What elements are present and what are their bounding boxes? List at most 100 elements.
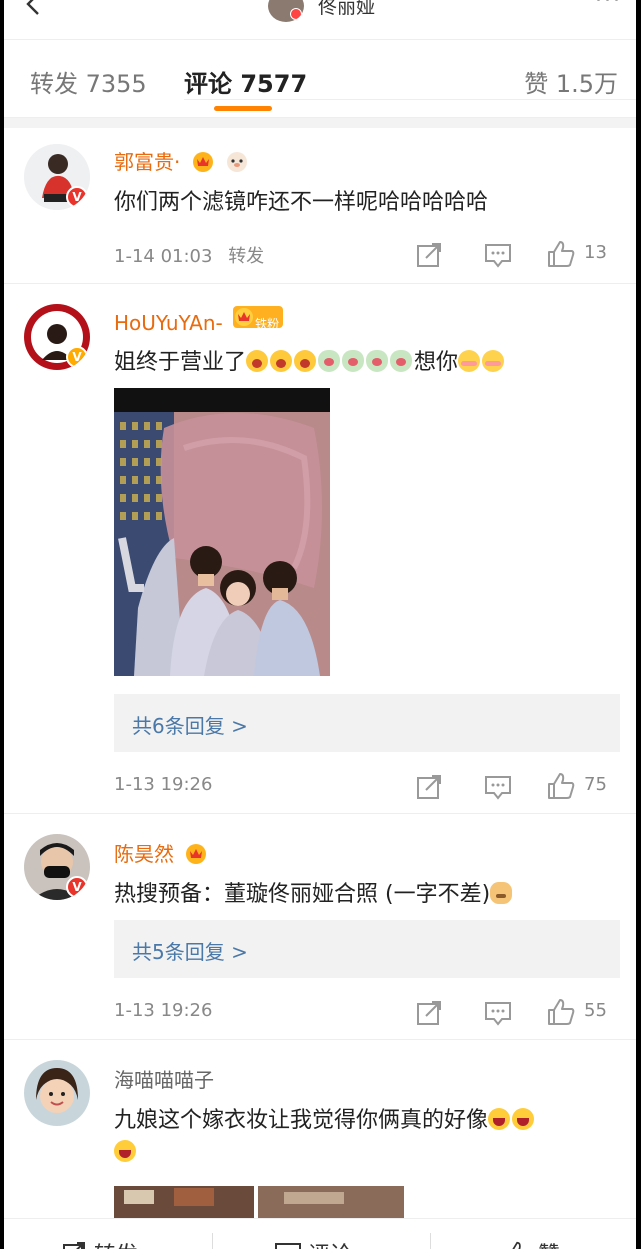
verified-badge-icon: V	[66, 876, 88, 898]
crown-badge-icon	[235, 308, 254, 326]
like-icon[interactable]	[546, 772, 576, 800]
shocked-emoji-icon	[246, 350, 269, 372]
comment-item: V HoUYuYAn- 铁粉 姐终于营业了 想你 共6条回复 > 1-13 19…	[4, 284, 636, 814]
comment-actions: 13	[416, 240, 636, 270]
comment-icon	[275, 1243, 301, 1249]
comment-username[interactable]: 郭富贵·	[114, 146, 249, 175]
share-icon[interactable]	[416, 774, 442, 800]
shy-emoji-icon	[482, 350, 505, 372]
tab-likes[interactable]: 赞 1.5万	[524, 64, 618, 99]
page-title: 佟丽娅	[318, 0, 376, 18]
bottle-emoji-icon	[366, 350, 389, 372]
bottle-emoji-icon	[318, 350, 341, 372]
verified-badge-icon: V	[66, 346, 88, 368]
shocked-emoji-icon	[294, 350, 317, 372]
comment-text: 姐终于营业了 想你	[114, 344, 506, 376]
laugh-emoji-icon	[114, 1140, 136, 1162]
comment-actions: 55	[416, 998, 636, 1028]
laugh-emoji-icon	[488, 1108, 511, 1130]
replies-link[interactable]: 共5条回复 >	[114, 920, 620, 978]
comment-username[interactable]: 陈昊然	[114, 838, 208, 867]
bottom-comment-label: 评论	[308, 1243, 352, 1249]
like-icon[interactable]	[546, 240, 576, 268]
comment-item: 海喵喵喵子 九娘这个嫁衣妆让我觉得你俩真的好像	[4, 1040, 636, 1218]
comment-text-body: 九娘这个嫁衣妆让我觉得你俩真的好像	[114, 1108, 489, 1133]
tab-reposts[interactable]: 转发 7355	[30, 64, 147, 99]
doge-emoji-icon	[490, 882, 513, 904]
pet-badge-icon	[227, 152, 248, 172]
avatar[interactable]	[24, 1060, 90, 1126]
weibo-detail-screen: 佟丽娅 ··· 转发 7355 评论 7577 赞 1.5万 V 郭富贵· 你们…	[4, 0, 636, 1249]
comment-text-continued	[114, 1140, 138, 1163]
comment-actions: 75	[416, 772, 636, 802]
comment-meta: 1-13 19:26	[114, 1000, 212, 1021]
crown-badge-icon	[192, 152, 213, 172]
like-count: 75	[584, 774, 607, 795]
top-bar: 佟丽娅 ···	[4, 0, 636, 40]
comment-text-body: 热搜预备：董璇佟丽娅合照 (一字不差)	[114, 882, 491, 907]
bottom-like-button[interactable]: 赞	[504, 1237, 560, 1249]
laugh-emoji-icon	[512, 1108, 535, 1130]
verified-badge-icon: V	[66, 186, 88, 208]
comment-item: V 郭富贵· 你们两个滤镜咋还不一样呢哈哈哈哈哈 1-14 01:03 转发 1…	[4, 128, 636, 284]
shy-emoji-icon	[458, 350, 481, 372]
like-icon	[512, 1241, 521, 1249]
comment-text: 热搜预备：董璇佟丽娅合照 (一字不差)	[114, 876, 514, 908]
bottle-emoji-icon	[390, 350, 413, 372]
like-count: 13	[584, 242, 607, 263]
author-avatar[interactable]	[268, 0, 304, 22]
username-text: 郭富贵·	[114, 150, 181, 174]
share-icon[interactable]	[416, 1000, 442, 1026]
like-icon[interactable]	[546, 998, 576, 1026]
bottom-comment-button[interactable]: 评论	[274, 1237, 352, 1249]
comment-username[interactable]: 海喵喵喵子	[114, 1064, 214, 1093]
replies-link[interactable]: 共6条回复 >	[114, 694, 620, 752]
bottom-repost-button[interactable]: 转发	[62, 1237, 138, 1249]
section-divider	[4, 118, 636, 128]
like-count: 55	[584, 1000, 607, 1021]
more-icon[interactable]: ···	[595, 0, 622, 13]
comment-item: V 陈昊然 热搜预备：董璇佟丽娅合照 (一字不差) 共5条回复 > 1-13 1…	[4, 814, 636, 1040]
avatar[interactable]: V	[24, 304, 90, 370]
crown-badge-icon	[186, 844, 207, 864]
comment-icon[interactable]	[484, 242, 512, 268]
comment-username[interactable]: HoUYuYAn- 铁粉	[114, 306, 284, 335]
avatar[interactable]: V	[24, 144, 90, 210]
separator	[430, 1233, 431, 1249]
comment-time: 1-13 19:26	[114, 774, 213, 795]
comment-text-start: 姐终于营业了	[114, 350, 247, 375]
comment-icon[interactable]	[484, 774, 512, 800]
replies-count: 共6条回复 >	[132, 714, 248, 738]
comment-time: 1-13 19:26	[114, 1000, 213, 1021]
bottom-action-bar: 转发 评论 赞	[4, 1218, 636, 1249]
bottom-like-label: 赞	[538, 1243, 560, 1249]
separator	[212, 1233, 213, 1249]
comment-repost-link[interactable]: 转发	[228, 246, 264, 267]
replies-count: 共5条回复 >	[132, 940, 248, 964]
comment-text-end: 想你	[414, 350, 459, 375]
comment-photo[interactable]	[114, 388, 330, 676]
fan-badge-label: 铁粉	[255, 317, 280, 331]
repost-icon	[63, 1242, 85, 1249]
verified-icon	[290, 8, 302, 20]
tab-bar: 转发 7355 评论 7577 赞 1.5万	[4, 40, 636, 118]
comment-time: 1-14 01:03	[114, 246, 213, 267]
comment-text: 你们两个滤镜咋还不一样呢哈哈哈哈哈	[114, 190, 489, 215]
username-text: 海喵喵喵子	[114, 1068, 214, 1092]
username-text: 陈昊然	[114, 842, 174, 866]
comment-meta: 1-14 01:03 转发	[114, 242, 264, 268]
share-icon[interactable]	[416, 242, 442, 268]
avatar-image	[24, 1060, 90, 1126]
bottle-emoji-icon	[342, 350, 365, 372]
fan-badge: 铁粉	[233, 306, 284, 331]
bottom-repost-label: 转发	[94, 1243, 138, 1249]
username-text: HoUYuYAn-	[114, 311, 223, 335]
shocked-emoji-icon	[270, 350, 293, 372]
comment-icon[interactable]	[484, 1000, 512, 1026]
comment-text: 九娘这个嫁衣妆让我觉得你俩真的好像	[114, 1102, 536, 1134]
avatar[interactable]: V	[24, 834, 90, 900]
active-tab-indicator	[214, 106, 272, 111]
back-arrow-icon[interactable]	[22, 0, 44, 16]
comment-photo-strip[interactable]	[114, 1186, 404, 1218]
comment-meta: 1-13 19:26	[114, 774, 212, 795]
